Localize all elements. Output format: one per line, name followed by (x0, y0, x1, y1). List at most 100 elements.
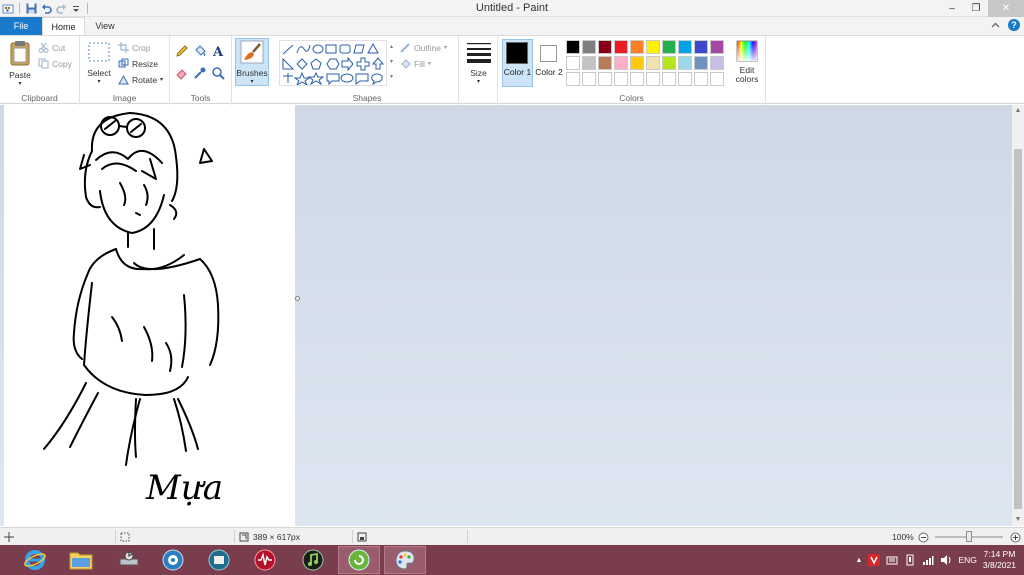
input-language[interactable]: ENG (958, 555, 976, 565)
fill-bucket-icon[interactable] (193, 44, 207, 58)
window-title: Untitled - Paint (475, 2, 549, 14)
zoom-in-button[interactable] (1010, 530, 1021, 544)
select-button[interactable]: Select ▾ (84, 40, 114, 85)
palette-swatch[interactable] (630, 40, 644, 54)
palette-swatch[interactable] (566, 56, 580, 70)
cut-button[interactable]: Cut (38, 42, 65, 53)
palette-swatch[interactable] (678, 56, 692, 70)
palette-swatch[interactable] (598, 56, 612, 70)
paste-button[interactable]: Paste ▾ (5, 40, 35, 87)
taskbar-internet-explorer[interactable] (14, 546, 56, 574)
restore-button[interactable]: ❐ (964, 0, 988, 17)
minimize-ribbon-icon[interactable] (991, 22, 1000, 28)
close-button[interactable]: ✕ (988, 0, 1024, 17)
cursor-crosshair-icon (4, 532, 14, 542)
scroll-thumb[interactable] (1014, 149, 1022, 509)
green-app-icon (348, 549, 370, 571)
copy-icon (38, 58, 49, 69)
palette-swatch[interactable] (710, 56, 724, 70)
tab-file[interactable]: File (0, 17, 42, 35)
pencil-icon[interactable] (175, 44, 189, 58)
magnifier-icon[interactable] (211, 66, 225, 80)
taskbar-file-explorer[interactable] (60, 546, 102, 574)
custom-color-slot[interactable] (662, 72, 676, 86)
copy-button[interactable]: Copy (38, 58, 72, 69)
rotate-icon (118, 74, 129, 85)
palette-swatch[interactable] (582, 56, 596, 70)
taskbar-app-7[interactable] (292, 546, 334, 574)
minimize-button[interactable]: – (940, 0, 964, 17)
rotate-button[interactable]: Rotate ▾ (118, 74, 163, 85)
edit-colors-button[interactable]: Edit colors (730, 40, 764, 84)
color2-swatch (540, 45, 557, 62)
fill-dropdown-arrow-icon[interactable]: ▾ (428, 60, 431, 67)
antivirus-icon[interactable] (868, 554, 881, 566)
taskbar-paint[interactable] (384, 546, 426, 574)
palette-swatch[interactable] (646, 56, 660, 70)
resize-button[interactable]: Resize (118, 58, 158, 69)
palette-swatch[interactable] (582, 40, 596, 54)
vertical-scrollbar[interactable]: ▲ ▼ (1012, 105, 1024, 526)
custom-color-slot[interactable] (566, 72, 580, 86)
taskbar-app-3[interactable] (108, 546, 150, 574)
custom-color-slot[interactable] (582, 72, 596, 86)
custom-color-slot[interactable] (614, 72, 628, 86)
taskbar-app-4[interactable] (152, 546, 194, 574)
brushes-button-content[interactable]: Brushes ▾ (235, 40, 269, 85)
palette-swatch[interactable] (678, 40, 692, 54)
custom-color-slot[interactable] (646, 72, 660, 86)
show-hidden-icons-icon[interactable]: ▲ (856, 557, 863, 564)
taskbar-app-8[interactable] (338, 546, 380, 574)
shapes-gallery[interactable] (279, 40, 387, 87)
volume-icon[interactable] (940, 554, 952, 566)
palette-swatch[interactable] (630, 56, 644, 70)
system-clock[interactable]: 7:14 PM 3/8/2021 (983, 549, 1016, 571)
palette-swatch[interactable] (710, 40, 724, 54)
drawing-canvas[interactable]: Mựa (4, 105, 295, 526)
size-dropdown-arrow-icon[interactable]: ▾ (463, 78, 494, 85)
palette-swatch[interactable] (614, 56, 628, 70)
shapes-gallery-scroll[interactable]: ▴ ▾ ▾ (387, 40, 396, 86)
palette-swatch[interactable] (614, 40, 628, 54)
network-signal-icon[interactable] (922, 554, 934, 566)
palette-swatch[interactable] (694, 40, 708, 54)
palette-swatch[interactable] (694, 56, 708, 70)
palette-swatch[interactable] (646, 40, 660, 54)
custom-color-slot[interactable] (678, 72, 692, 86)
palette-swatch[interactable] (566, 40, 580, 54)
custom-color-slot[interactable] (694, 72, 708, 86)
scroll-down-icon[interactable]: ▼ (1012, 514, 1024, 526)
brushes-dropdown-arrow-icon[interactable]: ▾ (235, 78, 269, 85)
file-size-icon (357, 532, 367, 542)
palette-swatch[interactable] (662, 40, 676, 54)
device-icon[interactable] (904, 554, 916, 566)
custom-color-slot[interactable] (710, 72, 724, 86)
eraser-icon[interactable] (175, 66, 189, 80)
scroll-up-icon[interactable]: ▲ (1012, 105, 1024, 117)
custom-color-slot[interactable] (598, 72, 612, 86)
taskbar-app-6[interactable] (244, 546, 286, 574)
outline-dropdown-arrow-icon[interactable]: ▾ (444, 44, 447, 51)
palette-swatch[interactable] (662, 56, 676, 70)
tab-view[interactable]: View (86, 17, 124, 35)
taskbar-app-5[interactable] (198, 546, 240, 574)
keyboard-icon[interactable] (886, 554, 898, 566)
zoom-out-button[interactable] (918, 530, 929, 544)
select-dropdown-arrow-icon[interactable]: ▾ (84, 78, 114, 85)
color1-label: Color 1 (502, 68, 533, 77)
fill-button[interactable]: Fill ▾ (400, 58, 431, 69)
text-icon[interactable]: A (211, 44, 225, 58)
size-button[interactable]: Size ▾ (463, 42, 494, 85)
palette-swatch[interactable] (598, 40, 612, 54)
help-icon[interactable]: ? (1008, 19, 1020, 31)
rotate-dropdown-arrow-icon[interactable]: ▾ (160, 76, 163, 83)
canvas-resize-handle[interactable] (295, 296, 300, 301)
color-picker-icon[interactable] (193, 66, 207, 80)
fill-label: Fill (414, 58, 425, 69)
zoom-slider-thumb[interactable] (966, 531, 972, 542)
outline-button[interactable]: Outline ▾ (400, 42, 447, 53)
paste-dropdown-arrow-icon[interactable]: ▾ (5, 80, 35, 87)
custom-color-slot[interactable] (630, 72, 644, 86)
crop-button[interactable]: Crop (118, 42, 150, 53)
tab-home[interactable]: Home (42, 17, 85, 36)
